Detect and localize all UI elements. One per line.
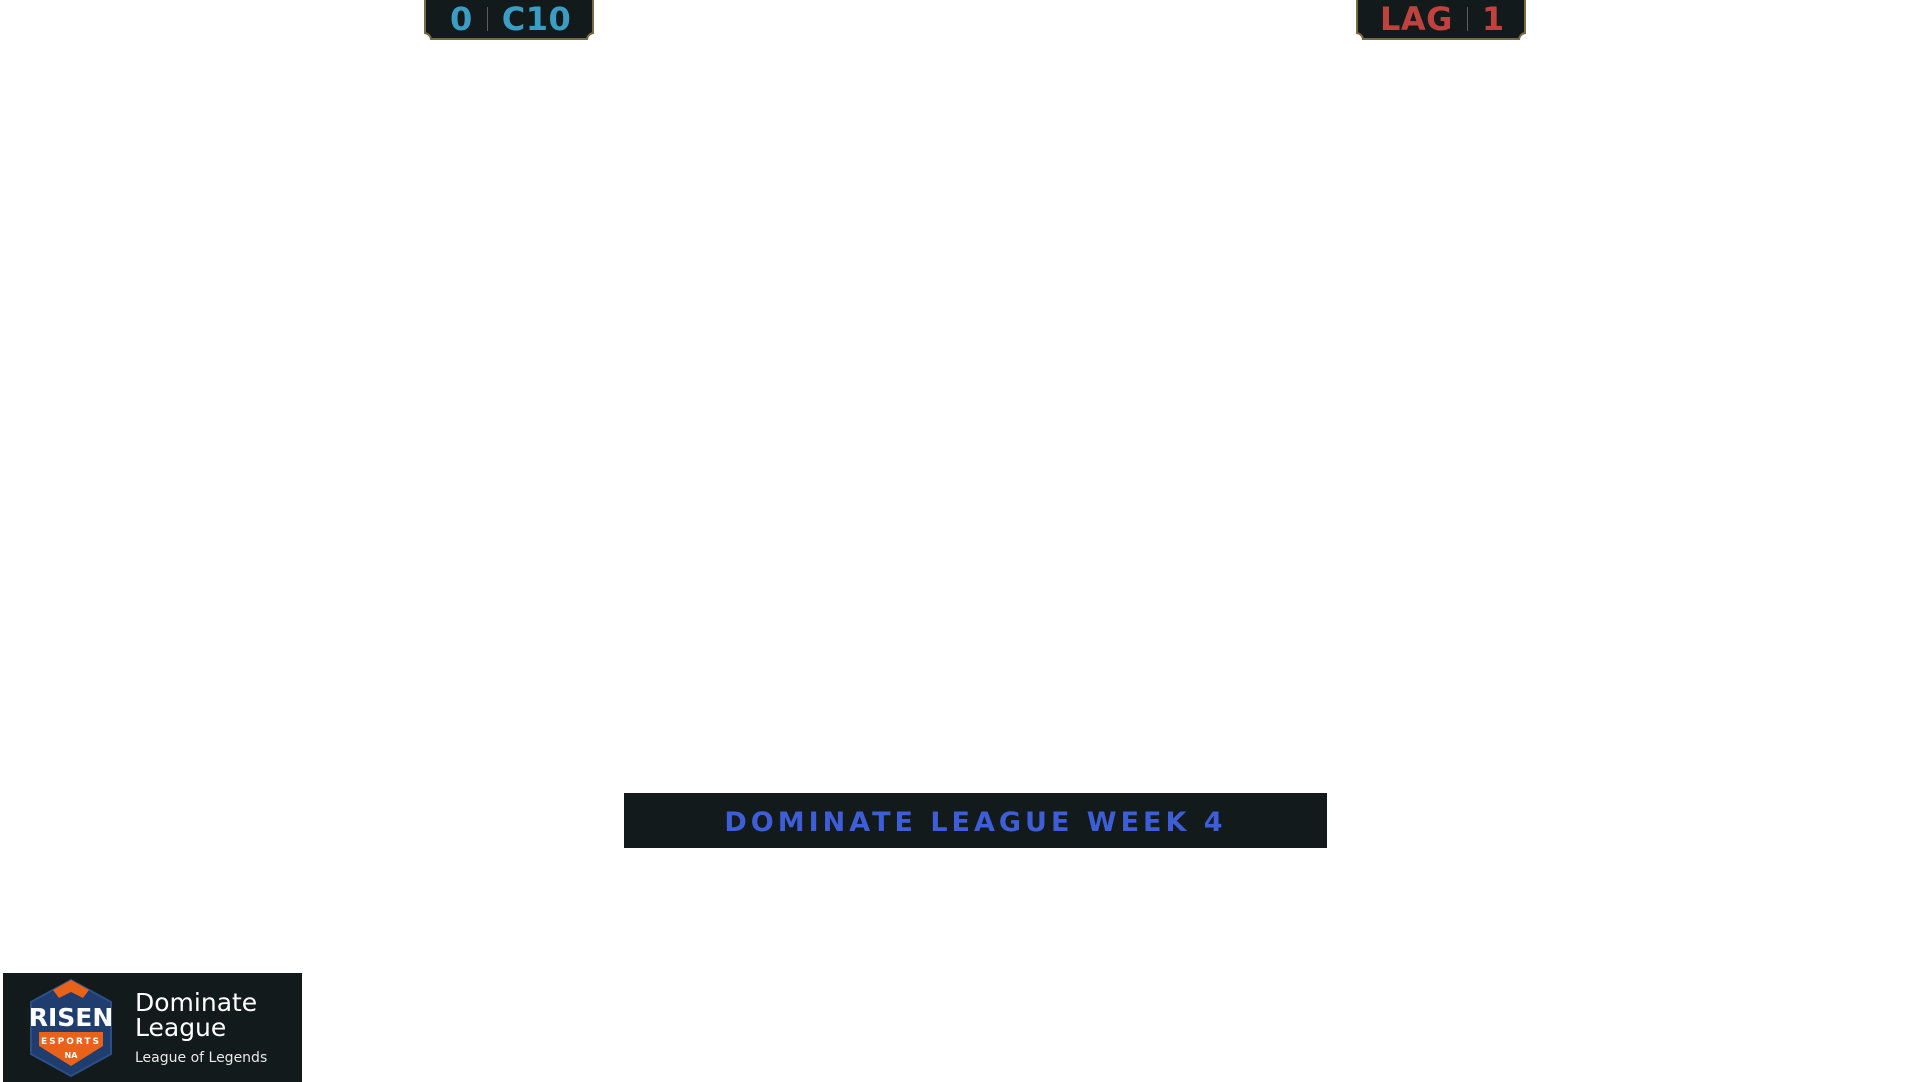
league-logo-card: RISEN ESPORTS NA Dominate League League … xyxy=(3,973,302,1082)
league-title-line2: League xyxy=(135,1012,227,1042)
week-banner: DOMINATE LEAGUE WEEK 4 xyxy=(624,793,1327,848)
red-team-score: 1 xyxy=(1481,0,1505,38)
score-divider xyxy=(486,7,488,31)
league-title-block: Dominate League League of Legends xyxy=(135,990,267,1066)
red-team-name: LAG xyxy=(1380,0,1453,38)
week-banner-label: DOMINATE LEAGUE WEEK 4 xyxy=(724,807,1227,838)
risen-esports-logo: RISEN ESPORTS NA xyxy=(29,978,114,1077)
score-divider xyxy=(1466,7,1468,31)
red-team-score-plate: LAG 1 xyxy=(1356,0,1526,40)
logo-word: RISEN xyxy=(29,1003,114,1032)
league-game-subtitle: League of Legends xyxy=(135,1049,268,1066)
blue-team-score: 0 xyxy=(450,0,473,38)
logo-sub: ESPORTS xyxy=(41,1037,101,1047)
blue-team-name: C10 xyxy=(501,0,572,38)
league-title-line1: Dominate xyxy=(135,987,258,1017)
blue-team-score-plate: 0 C10 xyxy=(424,0,594,40)
logo-region: NA xyxy=(65,1051,79,1060)
